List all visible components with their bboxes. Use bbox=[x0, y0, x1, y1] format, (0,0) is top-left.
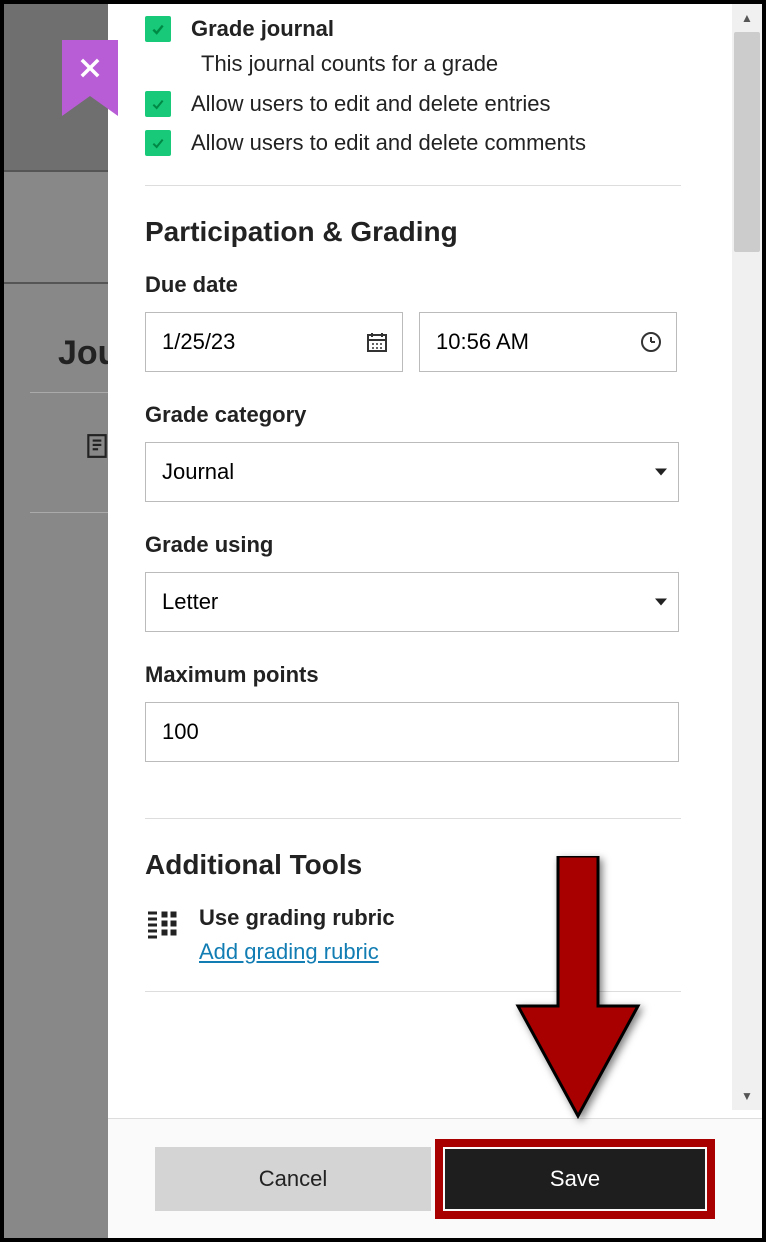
chevron-down-icon bbox=[655, 469, 667, 476]
grade-category-value: Journal bbox=[162, 459, 234, 485]
chevron-down-icon bbox=[655, 599, 667, 606]
close-icon bbox=[76, 54, 104, 82]
edit-comments-label: Allow users to edit and delete comments bbox=[191, 126, 586, 159]
grade-journal-description: This journal counts for a grade bbox=[201, 51, 685, 77]
grade-using-value: Letter bbox=[162, 589, 218, 615]
background-divider bbox=[30, 512, 108, 513]
background-document-icon bbox=[84, 432, 110, 467]
max-points-input[interactable] bbox=[145, 702, 679, 762]
grade-category-select[interactable]: Journal bbox=[145, 442, 679, 502]
clock-icon[interactable] bbox=[639, 330, 663, 354]
save-button-highlight: Save bbox=[435, 1139, 715, 1219]
grade-journal-checkbox[interactable] bbox=[145, 16, 171, 42]
due-date-label: Due date bbox=[145, 272, 685, 298]
check-icon bbox=[150, 96, 166, 112]
scrollbar-down-button[interactable]: ▼ bbox=[732, 1082, 762, 1110]
scrollbar-thumb[interactable] bbox=[734, 32, 760, 252]
background-gray bbox=[4, 4, 108, 1238]
grade-category-label: Grade category bbox=[145, 402, 685, 428]
check-icon bbox=[150, 135, 166, 151]
panel-footer: Cancel Save bbox=[108, 1118, 762, 1238]
background-underline bbox=[30, 392, 108, 393]
edit-comments-checkbox[interactable] bbox=[145, 130, 171, 156]
rubric-label: Use grading rubric bbox=[199, 905, 395, 931]
max-points-label: Maximum points bbox=[145, 662, 685, 688]
save-button[interactable]: Save bbox=[445, 1149, 705, 1209]
check-icon bbox=[150, 21, 166, 37]
participation-section-title: Participation & Grading bbox=[145, 216, 685, 248]
close-panel-button[interactable] bbox=[62, 40, 118, 96]
section-divider bbox=[145, 818, 681, 819]
cancel-button[interactable]: Cancel bbox=[155, 1147, 431, 1211]
calendar-icon[interactable] bbox=[365, 330, 389, 354]
background-divider bbox=[4, 170, 108, 172]
background-divider bbox=[4, 282, 108, 284]
add-rubric-link[interactable]: Add grading rubric bbox=[199, 939, 379, 964]
edit-entries-checkbox[interactable] bbox=[145, 91, 171, 117]
grade-journal-label: Grade journal bbox=[191, 12, 334, 45]
grade-using-select[interactable]: Letter bbox=[145, 572, 679, 632]
edit-entries-label: Allow users to edit and delete entries bbox=[191, 87, 551, 120]
annotation-arrow bbox=[508, 856, 648, 1141]
section-divider bbox=[145, 185, 681, 186]
scrollbar-up-button[interactable]: ▲ bbox=[732, 4, 762, 32]
rubric-icon bbox=[145, 905, 181, 948]
grade-using-label: Grade using bbox=[145, 532, 685, 558]
